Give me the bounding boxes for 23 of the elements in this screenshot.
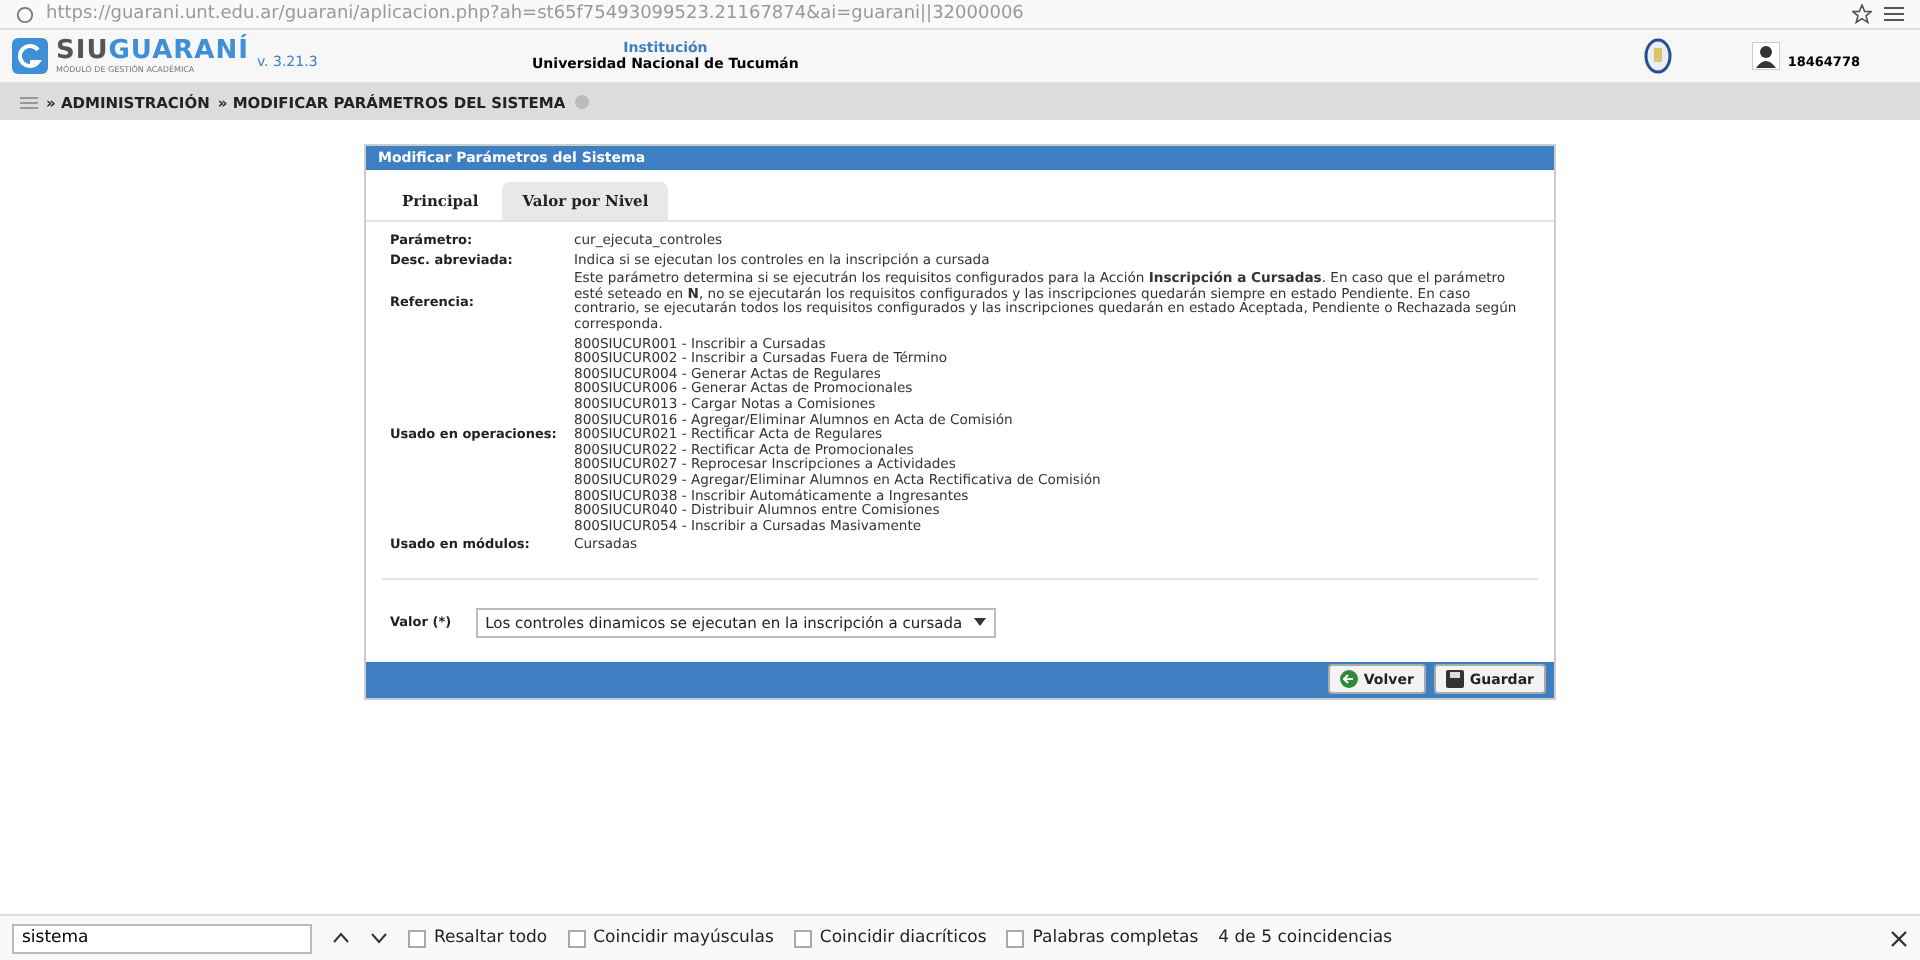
close-icon[interactable] (1890, 929, 1908, 947)
logo-icon (12, 38, 48, 74)
menu-icon[interactable] (1884, 6, 1904, 22)
option-label[interactable]: Resaltar todo (434, 928, 548, 948)
match-count: 4 de 5 coincidencias (1218, 928, 1393, 948)
info-icon[interactable] (16, 5, 34, 23)
chevron-down-icon[interactable] (370, 932, 388, 944)
save-icon (1445, 670, 1464, 689)
option-label[interactable]: Coincidir mayúsculas (593, 928, 774, 948)
find-field[interactable]: sistema (12, 923, 312, 953)
checkbox[interactable] (408, 929, 426, 947)
chevron-up-icon[interactable] (332, 932, 350, 944)
star-icon[interactable] (1852, 4, 1872, 24)
checkbox[interactable] (1006, 929, 1025, 947)
user-icon[interactable] (1751, 42, 1780, 70)
crest-icon (1643, 38, 1672, 74)
caret-icon (973, 618, 986, 627)
checkbox[interactable] (793, 929, 812, 947)
option-label[interactable]: Coincidir diacríticos (819, 928, 987, 948)
back-arrow-icon (1339, 670, 1358, 689)
checkbox[interactable] (567, 929, 586, 947)
option-label[interactable]: Palabras completas (1032, 928, 1199, 948)
logo-text: SIUGUARANÍ (56, 38, 249, 64)
